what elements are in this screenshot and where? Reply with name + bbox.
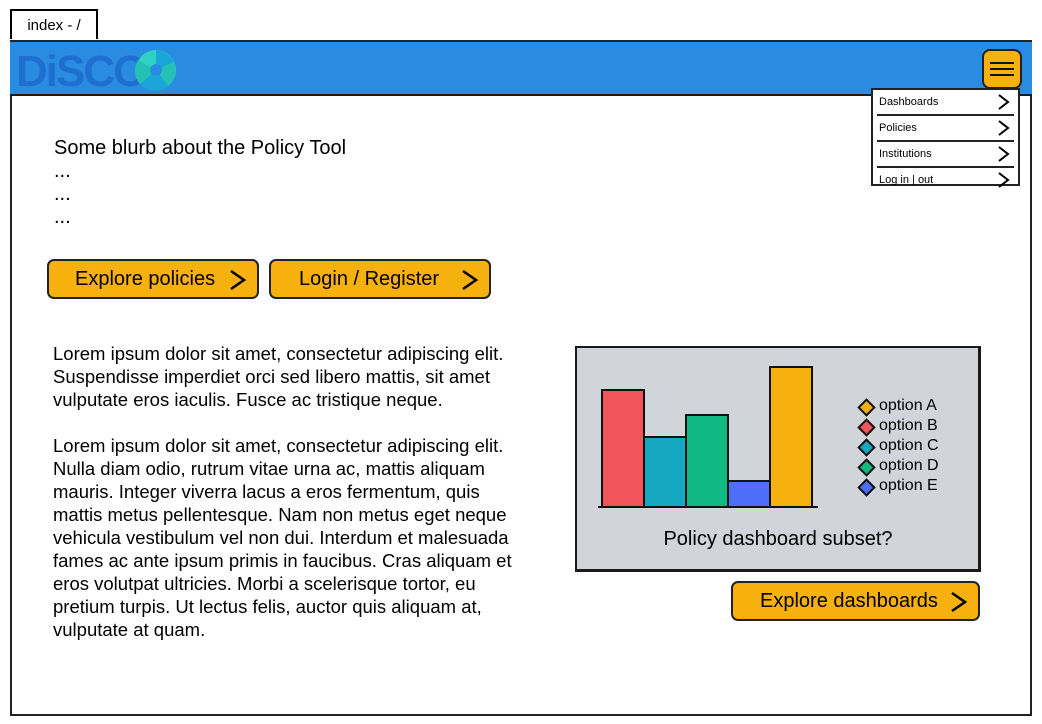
legend-label: option A bbox=[879, 397, 937, 414]
tab-label: index - / bbox=[27, 17, 81, 34]
menu-item-label: Institutions bbox=[879, 148, 932, 160]
legend-item: option D bbox=[857, 456, 939, 477]
legend-item: option E bbox=[857, 476, 939, 497]
chevron-right-icon bbox=[998, 146, 1010, 162]
chevron-right-icon bbox=[998, 172, 1010, 188]
legend-item: option C bbox=[857, 436, 939, 457]
lorem-paragraph-2: Lorem ipsum dolor sit amet, consectetur … bbox=[53, 435, 512, 640]
intro-line: ... bbox=[54, 206, 71, 228]
legend-label: option E bbox=[879, 477, 938, 494]
chart-bar-option-b bbox=[601, 389, 645, 508]
legend-label: option C bbox=[879, 437, 939, 454]
chevron-right-icon bbox=[230, 269, 247, 291]
menu-item-dashboards[interactable]: Dashboards bbox=[877, 90, 1014, 116]
diamond-icon bbox=[857, 478, 876, 497]
menu-item-label: Policies bbox=[879, 122, 917, 134]
menu-item-login[interactable]: Log in | out bbox=[877, 168, 1014, 192]
menu-item-label: Log in | out bbox=[879, 174, 934, 186]
explore-dashboards-button[interactable]: Explore dashboards bbox=[731, 581, 980, 621]
intro-title: Some blurb about the Policy Tool bbox=[54, 137, 347, 159]
dashboard-caption: Policy dashboard subset? bbox=[663, 528, 893, 550]
menu-item-institutions[interactable]: Institutions bbox=[877, 142, 1014, 168]
menu-item-label: Dashboards bbox=[879, 96, 939, 108]
intro-line: ... bbox=[54, 183, 71, 205]
legend-label: option B bbox=[879, 417, 938, 434]
button-label: Login / Register bbox=[299, 268, 440, 290]
chart-bar-option-a bbox=[769, 366, 813, 508]
login-register-button[interactable]: Login / Register bbox=[269, 259, 491, 299]
lorem-paragraph-1: Lorem ipsum dolor sit amet, consectetur … bbox=[53, 343, 504, 410]
hamburger-line-icon bbox=[990, 74, 1014, 76]
hamburger-line-icon bbox=[990, 62, 1014, 64]
logo-text: DiSCO bbox=[16, 47, 146, 92]
chart-bar-option-e bbox=[727, 480, 771, 508]
legend-item: option B bbox=[857, 416, 939, 437]
chart-bar-option-d bbox=[685, 414, 729, 508]
legend-label: option D bbox=[879, 457, 939, 474]
logo[interactable]: DiSCO bbox=[16, 46, 186, 97]
hamburger-menu-button[interactable] bbox=[982, 49, 1022, 89]
button-label: Explore policies bbox=[75, 268, 216, 290]
intro-line: ... bbox=[54, 160, 71, 182]
legend-item: option A bbox=[857, 396, 939, 417]
chevron-right-icon bbox=[998, 120, 1010, 136]
chart-bar-option-c bbox=[643, 436, 687, 508]
intro-blurb: Some blurb about the Policy Tool ... ...… bbox=[54, 137, 346, 229]
disco-logo-icon: DiSCO bbox=[16, 47, 176, 96]
chart-legend: option A option B option C option D opti… bbox=[857, 396, 939, 497]
bar-chart bbox=[598, 366, 818, 508]
button-label: Explore dashboards bbox=[760, 590, 938, 612]
diamond-icon bbox=[857, 458, 876, 477]
menu-item-policies[interactable]: Policies bbox=[877, 116, 1014, 142]
chevron-right-icon bbox=[462, 269, 479, 291]
diamond-icon bbox=[857, 398, 876, 417]
explore-policies-button[interactable]: Explore policies bbox=[47, 259, 259, 299]
diamond-icon bbox=[857, 418, 876, 437]
browser-tab[interactable]: index - / bbox=[10, 9, 98, 39]
chevron-right-icon bbox=[998, 94, 1010, 110]
nav-dropdown-menu: Dashboards Policies Institutions Log in … bbox=[871, 88, 1020, 188]
diamond-icon bbox=[857, 438, 876, 457]
hamburger-line-icon bbox=[990, 68, 1014, 70]
chevron-right-icon bbox=[951, 591, 968, 613]
